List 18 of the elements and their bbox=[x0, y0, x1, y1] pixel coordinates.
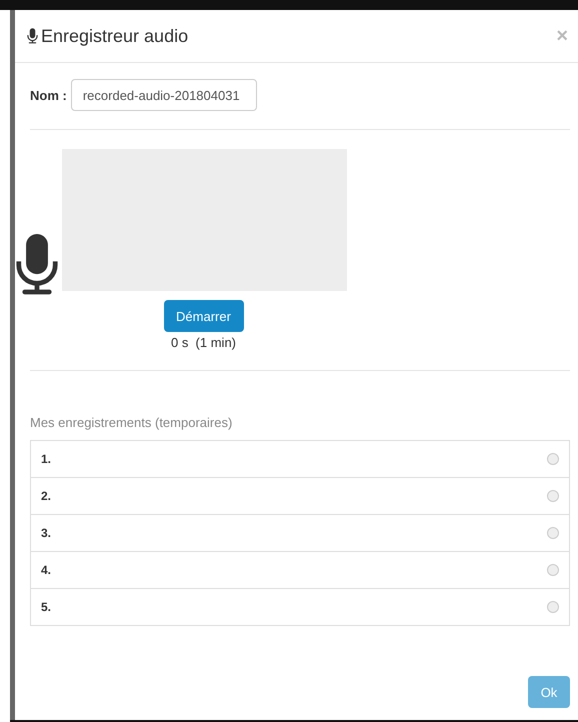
start-button[interactable]: Démarrer bbox=[164, 300, 244, 332]
radio-button[interactable] bbox=[547, 564, 559, 576]
name-label: Nom : bbox=[30, 88, 67, 102]
recordings-heading: Mes enregistrements (temporaires) bbox=[30, 415, 234, 430]
radio-button[interactable] bbox=[547, 453, 559, 465]
dialog-title: Enregistreur audio bbox=[27, 26, 556, 46]
recording-number: 3. bbox=[41, 526, 52, 540]
radio-button[interactable] bbox=[547, 490, 559, 502]
name-field[interactable]: recorded-audio-201804031 bbox=[70, 79, 257, 111]
recording-number: 2. bbox=[41, 489, 52, 503]
timer-text: 0 s (1 min) bbox=[170, 335, 236, 350]
microphone-icon bbox=[15, 234, 59, 296]
recording-number: 1. bbox=[41, 452, 52, 466]
recording-number: 4. bbox=[41, 563, 52, 577]
radio-button[interactable] bbox=[547, 527, 559, 539]
recording-number: 5. bbox=[41, 600, 52, 614]
radio-button[interactable] bbox=[547, 601, 559, 613]
microphone-icon bbox=[27, 28, 38, 44]
